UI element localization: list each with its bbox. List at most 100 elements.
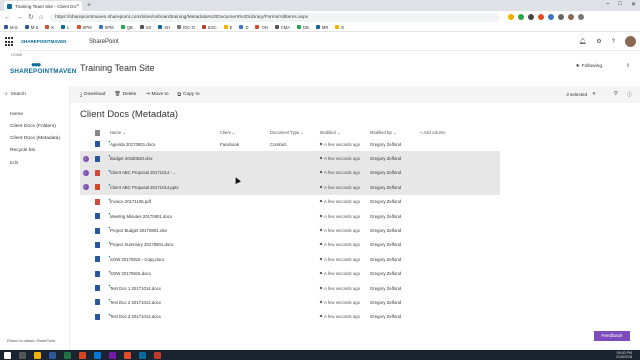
bookmark-item[interactable]: E	[223, 25, 232, 30]
modified-by-cell[interactable]: Gregory Zelfond	[370, 300, 420, 305]
bookmark-item[interactable]: SS	[139, 25, 151, 30]
suite-logo[interactable]: SHAREPOINTMAVEN	[21, 39, 69, 44]
selection-count[interactable]: 3 selected ✕	[566, 91, 596, 97]
star-icon[interactable]	[508, 14, 515, 20]
word-icon[interactable]	[49, 351, 56, 359]
minimize-icon[interactable]: –	[606, 1, 609, 8]
file-explorer-icon[interactable]	[34, 351, 41, 359]
move-to-button[interactable]: ⇥ Move to	[145, 92, 168, 97]
home-link[interactable]: HOME	[11, 53, 22, 57]
search-box[interactable]: ⌕ Search	[5, 91, 26, 98]
bookmark-item[interactable]: ON	[255, 25, 268, 30]
app-icon[interactable]	[154, 351, 161, 359]
file-name[interactable]: Invoice 20171105.pdf	[103, 199, 220, 204]
bookmark-item[interactable]: M-S	[4, 25, 18, 30]
table-row[interactable]: ✦ Test Doc 2 20171014.docx A few seconds a…	[80, 295, 500, 309]
nav-item-home[interactable]: Home	[10, 109, 60, 121]
table-row[interactable]: ✦ Project Budget 20170801.xlsx A few secon…	[80, 223, 500, 237]
modified-by-cell[interactable]: Gregory Zelfond	[370, 170, 420, 175]
notification-bell-icon[interactable]: 🔔︎	[579, 38, 587, 45]
table-row[interactable]: ✦ Invoice 20171105.pdf A few seconds ago Gr…	[80, 195, 500, 209]
file-name[interactable]: Project Summary 20170801.docx	[103, 242, 220, 247]
back-icon[interactable]: ←	[4, 14, 11, 21]
info-icon[interactable]: ⓘ	[627, 91, 632, 98]
file-name[interactable]: Meeting Minutes 20170801.docx	[103, 214, 220, 219]
bookmark-item[interactable]: IDC-O	[177, 25, 195, 30]
modified-by-cell[interactable]: Gregory Zelfond	[370, 314, 420, 319]
table-row[interactable]: ✓ ✦ Client ABC Proposal 20171014.pptx A few…	[80, 180, 500, 195]
table-row[interactable]: ✓ ✦ Budget 20180520.xlsx A few seconds ago G…	[80, 151, 500, 166]
settings-gear-icon[interactable]: ⚙	[596, 38, 601, 45]
bookmark-item[interactable]: SPM	[98, 25, 114, 30]
share-button[interactable]: ⇪	[626, 64, 630, 69]
file-name[interactable]: SOW 20170815 - Copy.docx	[103, 257, 220, 262]
file-name[interactable]: Test Doc 3 20171014.docx	[103, 314, 220, 319]
forward-icon[interactable]: →	[16, 14, 23, 21]
filter-icon[interactable]: ⛛	[614, 91, 618, 98]
delete-button[interactable]: 🗑︎ Delete	[114, 92, 136, 97]
file-name[interactable]: Client ABC Proposal 20171014 - ...	[103, 170, 220, 175]
onenote-icon[interactable]	[109, 351, 116, 359]
bookmark-item[interactable]: QB	[120, 25, 133, 30]
file-type-header-icon[interactable]	[91, 129, 103, 136]
nav-item-recycle-bin[interactable]: Recycle bin	[10, 145, 60, 157]
extension-icon[interactable]	[558, 14, 565, 20]
bookmark-item[interactable]: DB	[297, 25, 309, 30]
reload-icon[interactable]: ↻	[28, 13, 34, 21]
feedback-button[interactable]: Feedback	[594, 331, 630, 341]
add-column-button[interactable]: + Add column	[420, 130, 460, 135]
app-launcher-icon[interactable]	[0, 32, 18, 51]
table-row[interactable]: ✦ SOW 20170815.docx A few seconds ago Grego…	[80, 267, 500, 281]
return-to-classic-link[interactable]: Return to classic SharePoint	[7, 339, 55, 343]
file-name[interactable]: Budget 20180520.xlsx	[103, 156, 220, 161]
file-name[interactable]: Test Doc 1 20171014.docx	[103, 286, 220, 291]
excel-icon[interactable]	[64, 351, 71, 359]
table-row[interactable]: ✦ Project Summary 20170801.docx A few seco…	[80, 238, 500, 252]
table-row[interactable]: ✦ SOW 20170815 - Copy.docx A few seconds a…	[80, 252, 500, 266]
table-row[interactable]: ✦ Test Doc 1 20171014.docx A few seconds a…	[80, 281, 500, 295]
powerpoint-icon[interactable]	[79, 351, 86, 359]
help-icon[interactable]: ?	[612, 39, 615, 45]
menu-icon[interactable]	[578, 14, 585, 20]
nav-item-client-docs-metadata[interactable]: Client Docs (Metadata)	[10, 133, 60, 145]
extension-icon[interactable]	[528, 14, 535, 20]
file-name[interactable]: SOW 20170815.docx	[103, 271, 220, 276]
download-button[interactable]: ⤓ Download	[80, 92, 105, 98]
bookmark-item[interactable]: SPM	[76, 25, 92, 30]
table-row[interactable]: ✦ Meeting Minutes 20170801.docx A few seco…	[80, 209, 500, 223]
avatar[interactable]	[625, 36, 636, 47]
file-name[interactable]: Agenda 20170801.docx	[103, 142, 220, 147]
row-checkbox[interactable]: ✓	[80, 169, 91, 176]
modified-by-cell[interactable]: Gregory Zelfond	[370, 228, 420, 233]
bookmark-item[interactable]: ESC	[202, 25, 217, 30]
row-checkbox[interactable]: ✓	[80, 155, 91, 162]
modified-by-cell[interactable]: Gregory Zelfond	[370, 242, 420, 247]
modified-by-cell[interactable]: Gregory Zelfond	[370, 185, 420, 190]
profile-icon[interactable]	[568, 14, 575, 20]
table-row[interactable]: ✦ Agenda 20170801.docx Facebook Contract A f…	[80, 137, 500, 151]
modified-by-cell[interactable]: Gregory Zelfond	[370, 286, 420, 291]
table-row[interactable]: ✓ ✦ Client ABC Proposal 20171014 - ... A fe…	[80, 165, 500, 181]
tab-close-icon[interactable]: ×	[76, 3, 79, 9]
bookmark-item[interactable]: D	[239, 25, 248, 30]
file-name[interactable]: Test Doc 2 20171014.docx	[103, 300, 220, 305]
nav-item-client-docs-folders[interactable]: Client Docs (Folders)	[10, 121, 60, 133]
outlook-icon[interactable]	[94, 351, 101, 359]
file-name[interactable]: Project Budget 20170801.xlsx	[103, 228, 220, 233]
bookmark-item[interactable]: MR	[315, 25, 328, 30]
task-view-icon[interactable]	[19, 351, 26, 359]
column-header-name[interactable]: Name ⌄	[103, 130, 220, 135]
column-header-modified[interactable]: Modified ⌄	[320, 130, 370, 135]
modified-by-cell[interactable]: Gregory Zelfond	[370, 156, 420, 161]
bookmark-item[interactable]: M-S	[24, 25, 38, 30]
row-checkbox[interactable]: ✓	[80, 184, 91, 191]
column-header-modified-by[interactable]: Modified By ⌄	[370, 130, 420, 135]
modified-by-cell[interactable]: Gregory Zelfond	[370, 142, 420, 147]
modified-by-cell[interactable]: Gregory Zelfond	[370, 214, 420, 219]
modified-by-cell[interactable]: Gregory Zelfond	[370, 271, 420, 276]
modified-by-cell[interactable]: Gregory Zelfond	[370, 257, 420, 262]
home-icon[interactable]: ⌂	[39, 14, 43, 21]
modified-by-cell[interactable]: Gregory Zelfond	[370, 199, 420, 204]
extension-icon[interactable]	[538, 14, 545, 20]
close-window-icon[interactable]: ✕	[631, 1, 636, 8]
